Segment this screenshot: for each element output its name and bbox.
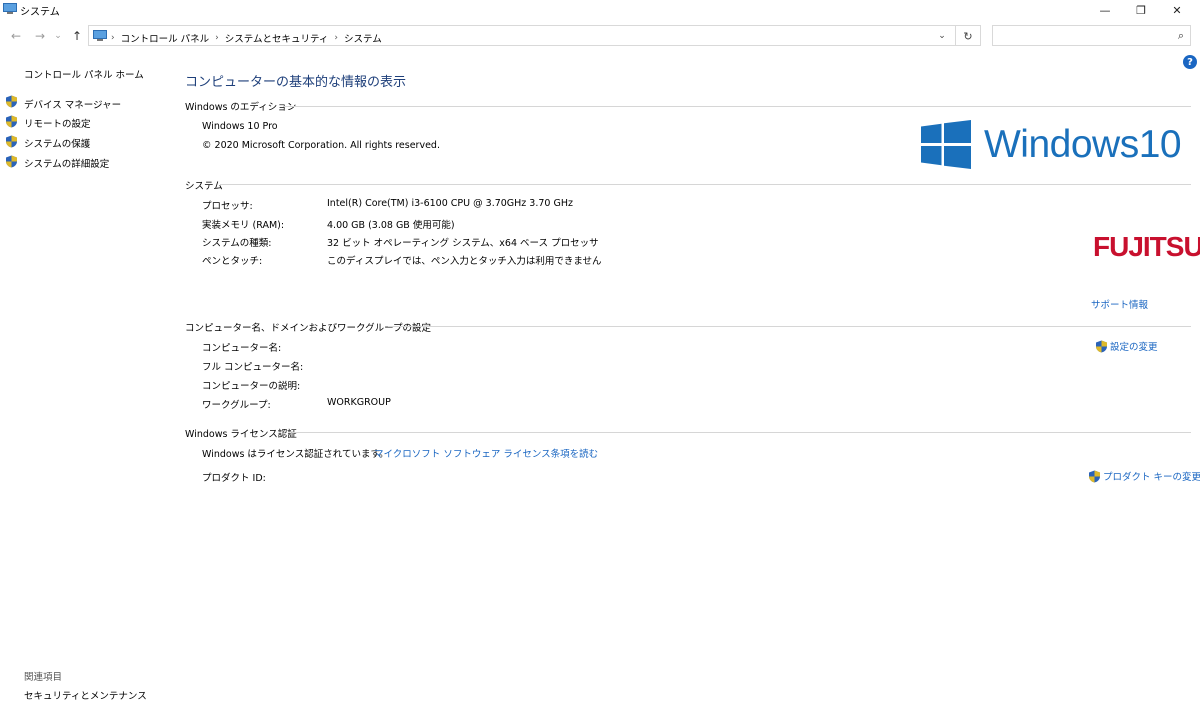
shield-icon <box>6 135 17 148</box>
system-type-value: 32 ビット オペレーティング システム、x64 ベース プロセッサ <box>327 238 599 249</box>
forward-button[interactable]: → <box>32 28 48 44</box>
related-heading: 関連項目 <box>24 672 63 683</box>
oem-logo: FUJITSU <box>1093 231 1200 262</box>
breadcrumb-separator[interactable]: › <box>334 33 338 43</box>
page-title: コンピューターの基本的な情報の表示 <box>185 75 407 90</box>
minimize-button[interactable]: — <box>1088 0 1122 20</box>
control-panel-home-link[interactable]: コントロール パネル ホーム <box>24 67 144 81</box>
title-bar: システム — ❐ ✕ <box>0 0 1200 20</box>
arrow-right-icon: → <box>34 29 46 43</box>
support-info-link[interactable]: サポート情報 <box>1091 297 1148 311</box>
address-bar[interactable]: › コントロール パネル › システムとセキュリティ › システム ⌄ ↻ <box>88 25 981 46</box>
sidebar-item-device-manager[interactable]: デバイス マネージャー <box>24 97 121 111</box>
arrow-left-icon: ← <box>10 29 22 43</box>
divider <box>955 26 956 45</box>
address-history-button[interactable]: ⌄ <box>935 29 949 43</box>
computer-description-label: コンピューターの説明: <box>202 381 301 392</box>
breadcrumb-separator[interactable]: › <box>215 33 219 43</box>
processor-label: プロセッサ: <box>202 201 253 212</box>
refresh-button[interactable]: ↻ <box>959 28 977 44</box>
sidebar-item-system-protection[interactable]: システムの保護 <box>24 136 90 150</box>
pen-touch-value: このディスプレイでは、ペン入力とタッチ入力は利用できません <box>327 256 602 267</box>
section-divider <box>388 326 1191 327</box>
security-maintenance-link[interactable]: セキュリティとメンテナンス <box>24 688 147 702</box>
section-divider <box>292 432 1191 433</box>
windows-logo-icon <box>921 120 971 169</box>
breadcrumb-item-system-security[interactable]: システムとセキュリティ <box>225 31 329 45</box>
breadcrumb-item-system[interactable]: システム <box>344 31 382 45</box>
shield-icon <box>6 95 17 108</box>
copyright-text: © 2020 Microsoft Corporation. All rights… <box>202 140 440 151</box>
close-icon: ✕ <box>1172 3 1182 17</box>
up-button[interactable]: ↑ <box>69 28 85 44</box>
edition-name: Windows 10 Pro <box>202 121 278 132</box>
computer-icon <box>93 30 107 41</box>
license-heading: Windows ライセンス認証 <box>185 429 297 440</box>
pen-touch-label: ペンとタッチ: <box>202 256 263 267</box>
arrow-up-icon: ↑ <box>71 29 83 43</box>
maximize-button[interactable]: ❐ <box>1124 0 1158 20</box>
restore-icon: ❐ <box>1136 3 1146 17</box>
shield-icon <box>6 115 17 128</box>
breadcrumb-separator: › <box>111 33 115 43</box>
change-product-key-button[interactable]: プロダクト キーの変更 <box>1088 469 1200 483</box>
processor-value: Intel(R) Core(TM) i3-6100 CPU @ 3.70GHz … <box>327 198 573 209</box>
full-computer-name-label: フル コンピューター名: <box>202 362 304 373</box>
edition-heading: Windows のエディション <box>185 102 297 113</box>
computer-name-label: コンピューター名: <box>202 343 282 354</box>
help-button[interactable]: ? <box>1183 55 1197 69</box>
sidebar-item-advanced-settings[interactable]: システムの詳細設定 <box>24 156 109 170</box>
search-icon[interactable]: ⌕ <box>1178 29 1184 43</box>
chevron-down-icon: ⌄ <box>938 31 946 41</box>
back-button[interactable]: ← <box>8 28 24 44</box>
minimize-icon: — <box>1099 3 1111 17</box>
workgroup-label: ワークグループ: <box>202 400 271 411</box>
chevron-down-icon: ⌄ <box>54 31 62 41</box>
change-settings-button[interactable]: 設定の変更 <box>1095 339 1158 353</box>
computer-icon <box>3 3 17 14</box>
license-status: Windows はライセンス認証されています。 <box>202 449 389 460</box>
close-button[interactable]: ✕ <box>1160 0 1194 20</box>
windows-logo-text: Windows10 <box>984 123 1182 166</box>
product-id-label: プロダクト ID: <box>202 473 266 484</box>
shield-icon <box>1089 470 1100 482</box>
workgroup-value: WORKGROUP <box>327 397 391 408</box>
recent-locations-button[interactable]: ⌄ <box>53 28 63 44</box>
section-divider <box>220 184 1191 185</box>
computer-name-heading: コンピューター名、ドメインおよびワークグループの設定 <box>185 323 432 334</box>
window-title: システム <box>20 7 60 18</box>
help-icon: ? <box>1187 56 1193 68</box>
refresh-icon: ↻ <box>963 29 973 43</box>
shield-icon <box>1096 340 1107 352</box>
section-divider <box>283 106 1191 107</box>
shield-icon <box>6 155 17 168</box>
sidebar-item-remote-settings[interactable]: リモートの設定 <box>24 116 91 130</box>
breadcrumb: › コントロール パネル › システムとセキュリティ › システム <box>111 31 382 45</box>
system-heading: システム <box>185 181 223 192</box>
breadcrumb-item-control-panel[interactable]: コントロール パネル <box>121 31 210 45</box>
change-product-key-label: プロダクト キーの変更 <box>1103 472 1200 483</box>
system-type-label: システムの種類: <box>202 238 272 249</box>
ram-value: 4.00 GB (3.08 GB 使用可能) <box>327 220 455 231</box>
license-terms-link[interactable]: マイクロソフト ソフトウェア ライセンス条項を読む <box>374 446 598 460</box>
search-input[interactable]: ⌕ <box>992 25 1191 46</box>
change-settings-label: 設定の変更 <box>1110 342 1158 353</box>
ram-label: 実装メモリ (RAM): <box>202 220 285 231</box>
